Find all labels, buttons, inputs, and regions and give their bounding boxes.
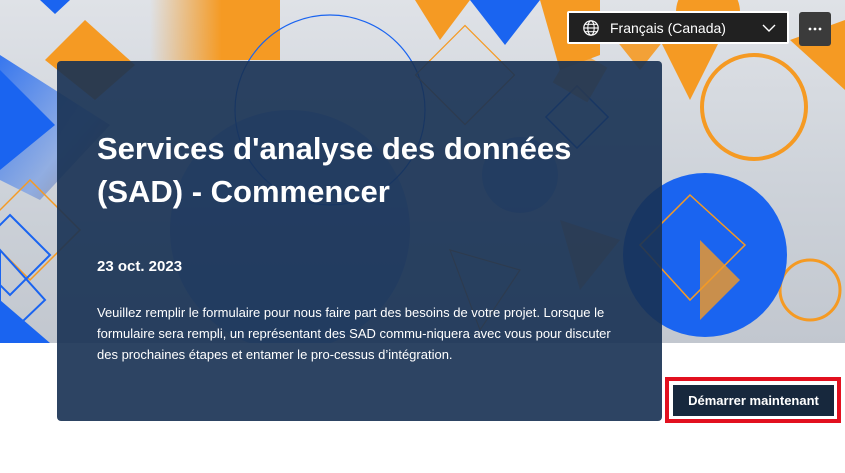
publish-date: 23 oct. 2023 — [97, 258, 183, 275]
language-selector[interactable]: Français (Canada) — [567, 11, 789, 44]
page-title: Services d'analyse des données (SAD) - C… — [97, 131, 572, 209]
chevron-down-icon — [761, 20, 777, 36]
globe-icon — [582, 19, 600, 37]
language-label: Français (Canada) — [610, 19, 726, 36]
intro-card: Services d'analyse des données (SAD) - C… — [57, 61, 662, 421]
more-horizontal-icon — [807, 26, 823, 32]
card-description: Veuillez remplir le formulaire pour nous… — [97, 305, 611, 362]
more-options-button[interactable] — [799, 12, 831, 46]
start-now-button[interactable]: Démarrer maintenant — [673, 385, 834, 416]
